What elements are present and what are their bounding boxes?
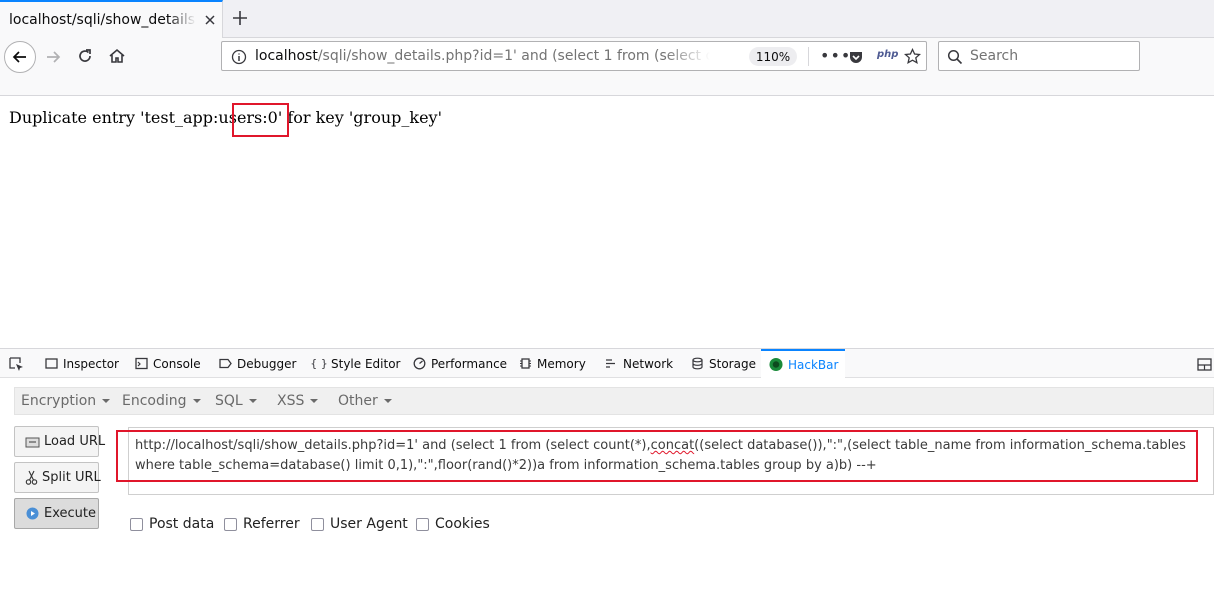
browser-tab[interactable]: localhost/sqli/show_details.php [0,0,223,38]
chevron-down-icon [192,399,201,403]
tab-strip: localhost/sqli/show_details.php [0,0,1214,38]
back-arrow-icon [12,51,26,63]
chevron-down-icon [248,399,257,403]
play-icon [25,506,40,521]
reload-button[interactable] [75,46,95,66]
tab-inspector[interactable]: Inspector [44,349,119,378]
tab-style-editor[interactable]: { } Style Editor [310,349,401,378]
load-url-button[interactable]: Load URL [14,426,105,457]
tab-label: Style Editor [331,356,401,371]
memory-icon [518,357,532,371]
search-bar[interactable]: Search [938,41,1140,71]
hackbar-url-input[interactable]: http://localhost/sqli/show_details.php?i… [128,427,1214,495]
tab-label: Debugger [237,356,297,371]
tab-hackbar[interactable]: HackBar [761,349,845,378]
tab-title: localhost/sqli/show_details.php [9,12,196,28]
checkbox[interactable] [416,517,429,531]
menu-encoding[interactable]: Encoding [122,393,201,409]
inspector-icon [44,357,58,371]
devtools-panel: Inspector Console Debugger { } Style Edi… [0,348,1214,593]
url-text[interactable]: localhost/sqli/show_details.php?id=1' an… [255,48,710,64]
close-icon[interactable] [203,13,217,27]
forward-button[interactable] [43,47,63,67]
hackbar-icon [769,357,783,372]
chevron-down-icon [310,399,319,403]
page-actions-icon[interactable]: ••• [820,46,851,65]
referrer-checkbox[interactable]: Referrer [224,516,300,532]
style-editor-icon: { } [310,357,328,370]
sql-error-message: Duplicate entry 'test_app:users:0' for k… [9,108,442,127]
url-separator [808,47,809,66]
split-url-button[interactable]: Split URL [14,462,101,493]
chevron-down-icon [383,399,392,403]
console-icon [134,357,148,371]
checkbox[interactable] [224,517,237,531]
php-extension-icon[interactable]: php [877,49,898,60]
annotation-box [232,103,289,137]
back-button[interactable] [4,41,36,73]
network-icon [604,357,618,371]
menu-encryption[interactable]: Encryption [21,393,111,409]
chevron-down-icon [102,399,111,403]
tab-label: Memory [537,356,586,371]
performance-icon [412,357,426,371]
tab-label: Performance [431,356,508,371]
menu-other[interactable]: Other [338,393,392,409]
dock-layout-icon[interactable] [1197,357,1212,372]
info-icon[interactable] [231,49,247,65]
tab-storage[interactable]: Storage [690,349,756,378]
post-data-checkbox[interactable]: Post data [130,516,214,532]
checkbox[interactable] [311,517,324,531]
scissors-icon [25,470,38,485]
forward-arrow-icon [47,51,61,63]
search-input[interactable]: Search [970,48,1018,64]
checkbox[interactable] [130,517,143,531]
tab-label: Network [623,356,674,371]
url-bar[interactable]: localhost/sqli/show_details.php?id=1' an… [221,41,927,71]
load-url-icon [25,434,40,449]
user-agent-checkbox[interactable]: User Agent [311,516,408,532]
element-picker-icon[interactable] [9,357,24,372]
tab-label: Storage [709,356,756,371]
hackbar-menu: Encryption Encoding SQL XSS Other [14,387,1214,415]
tab-label: Console [153,356,201,371]
devtools-toolbar: Inspector Console Debugger { } Style Edi… [0,349,1214,378]
cookies-checkbox[interactable]: Cookies [416,516,490,532]
storage-icon [690,357,704,371]
page-content: Duplicate entry 'test_app:users:0' for k… [0,97,1214,347]
reload-icon [79,49,91,62]
nav-bar: localhost/sqli/show_details.php?id=1' an… [0,38,1214,96]
tab-label: HackBar [788,357,839,372]
search-icon [947,49,963,65]
bookmark-star-icon[interactable] [904,48,921,65]
menu-xss[interactable]: XSS [277,393,319,409]
home-icon [109,48,125,63]
menu-sql[interactable]: SQL [215,393,257,409]
zoom-level[interactable]: 110% [749,47,797,66]
tab-debugger[interactable]: Debugger [218,349,296,378]
pocket-icon[interactable] [848,49,864,65]
tab-console[interactable]: Console [134,349,201,378]
tab-network[interactable]: Network [604,349,673,378]
home-button[interactable] [107,46,127,66]
tab-performance[interactable]: Performance [412,349,507,378]
tab-label: Inspector [63,356,119,371]
hackbar-url-text[interactable]: http://localhost/sqli/show_details.php?i… [135,436,1199,476]
tab-memory[interactable]: Memory [518,349,586,378]
debugger-icon [218,357,232,371]
execute-button[interactable]: Execute [14,498,99,529]
new-tab-icon[interactable] [231,9,249,27]
